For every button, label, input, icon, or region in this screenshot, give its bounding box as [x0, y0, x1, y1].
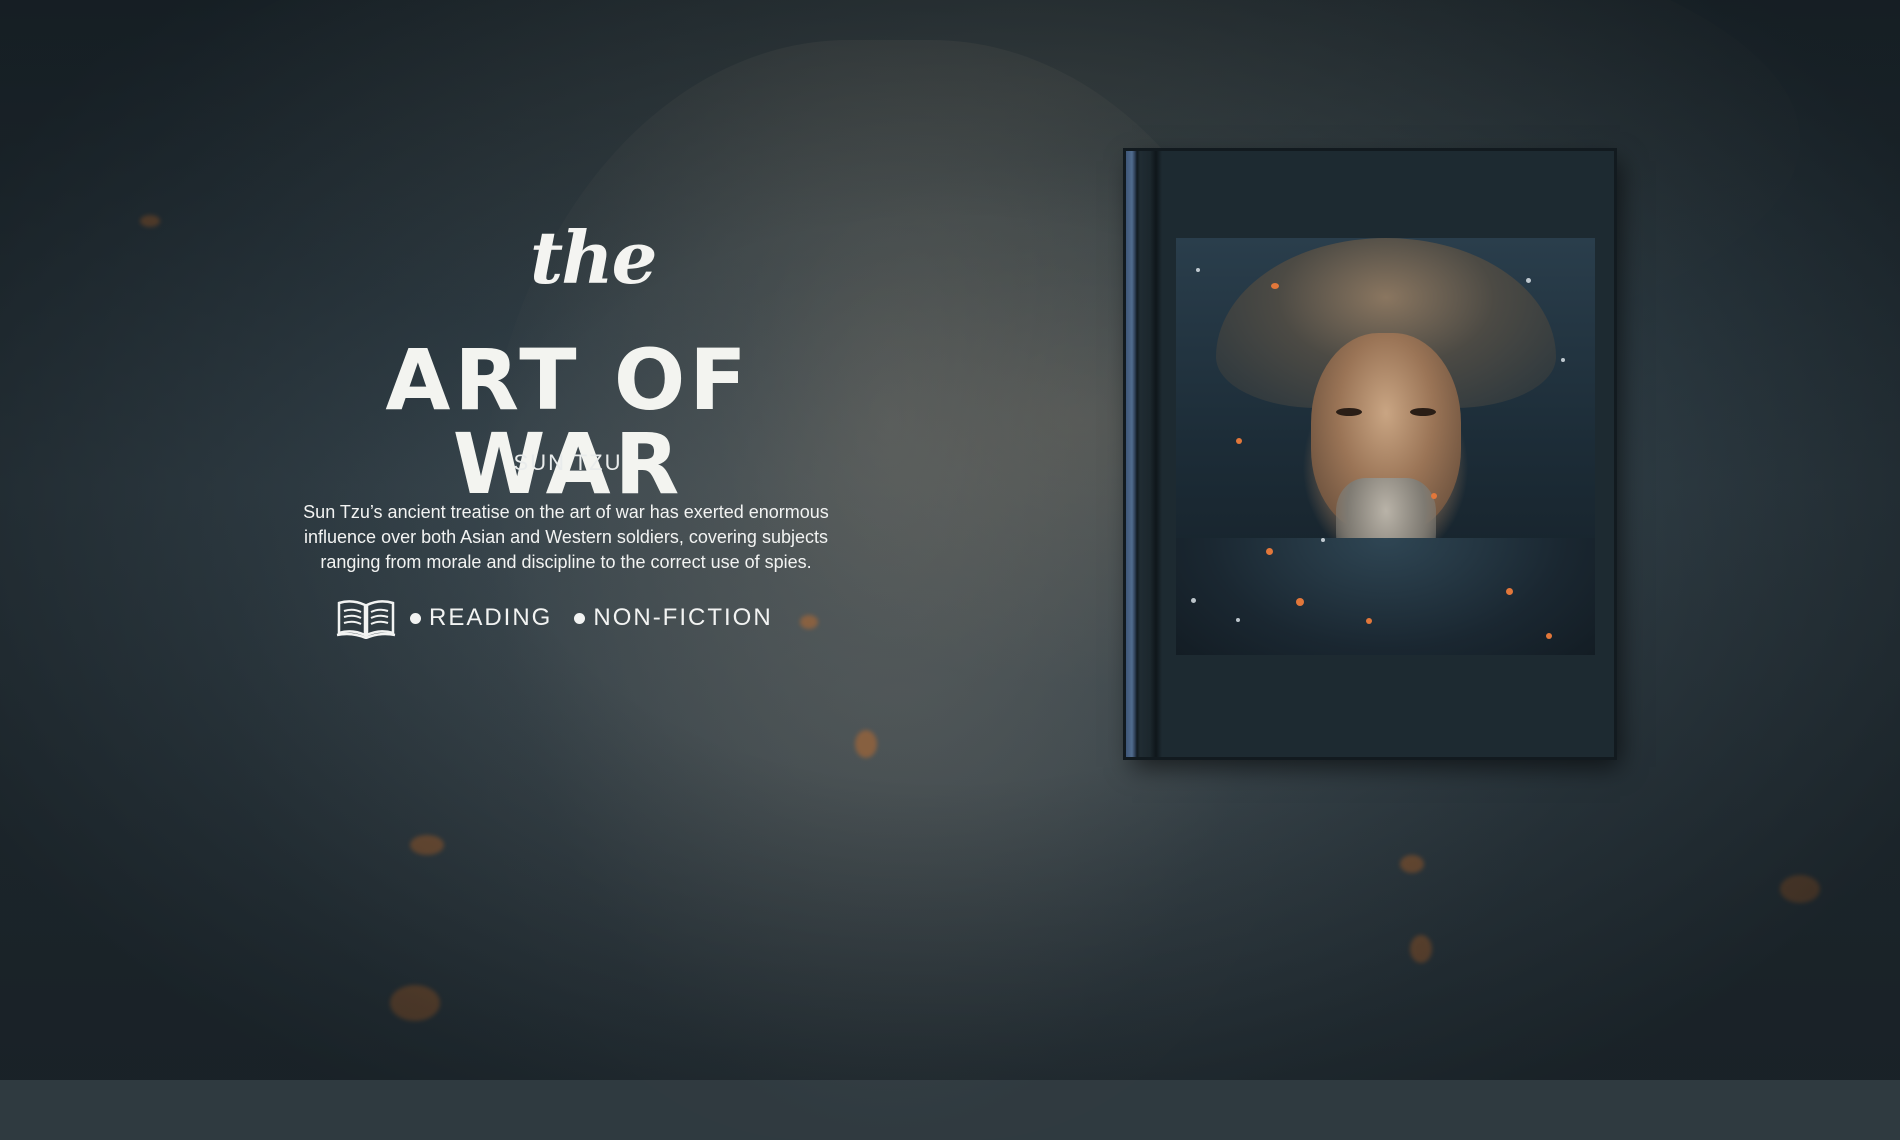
book-cover-mockup [1126, 151, 1614, 757]
tag-row: READING NON-FICTION [336, 596, 773, 640]
cover-robe-shape [1176, 538, 1595, 655]
tag-label: READING [429, 604, 553, 631]
cover-snowflake [1236, 618, 1240, 622]
cover-ember [1506, 588, 1513, 595]
bullet-dot [574, 612, 586, 624]
book-description: Sun Tzu’s ancient treatise on the art of… [303, 502, 829, 572]
tag-non-fiction: NON-FICTION [574, 604, 772, 632]
cover-ember [1236, 438, 1242, 444]
tag-label: NON-FICTION [593, 604, 773, 631]
title-script-word: the [530, 215, 657, 300]
cover-ember [1366, 618, 1372, 624]
cover-ember [1266, 548, 1273, 555]
cover-snowflake [1191, 598, 1196, 603]
cover-portrait-image [1176, 238, 1595, 655]
book-author: SUN TZU [513, 450, 623, 475]
cover-ember [1546, 633, 1552, 639]
cover-snowflake [1526, 278, 1531, 283]
cover-ember [1296, 598, 1304, 606]
bullet-dot [410, 612, 421, 624]
cover-ember [1271, 283, 1279, 289]
cover-snowflake [1196, 268, 1200, 272]
tag-reading: READING [410, 604, 552, 632]
cover-snowflake [1321, 538, 1325, 542]
open-book-icon [336, 597, 396, 639]
cover-snowflake [1561, 358, 1565, 362]
cover-ember [1431, 493, 1437, 499]
book-title: ART OF WAR [385, 331, 751, 513]
book-spine [1126, 151, 1162, 757]
cover-eye-right [1410, 408, 1436, 416]
cover-eye-left [1336, 408, 1362, 416]
